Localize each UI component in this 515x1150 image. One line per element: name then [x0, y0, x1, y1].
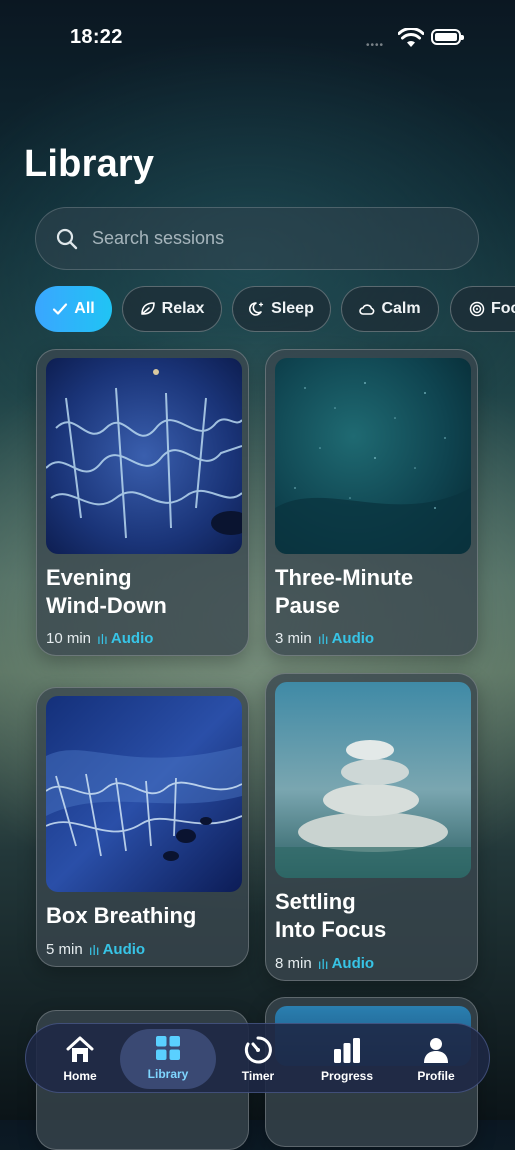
- cellular-signal-icon: ••••: [366, 40, 385, 51]
- bottom-nav: Home Library Timer Progress Profile: [25, 1023, 490, 1093]
- status-bar: 18:22 ••••: [0, 26, 515, 52]
- nav-label: Profile: [417, 1069, 455, 1083]
- check-icon: [53, 303, 68, 315]
- status-time: 18:22: [70, 26, 123, 48]
- session-card-box-breathing[interactable]: Box Breathing 5 min ılı Audio: [36, 687, 249, 967]
- session-type: Audio: [110, 630, 154, 647]
- session-title: Box Breathing: [46, 903, 197, 928]
- audio-wave-icon: ılı: [97, 630, 108, 647]
- nav-label: Home: [63, 1069, 97, 1083]
- session-card-evening-wind-down[interactable]: Evening Wind-Down 10 min ılı Audio: [36, 349, 249, 656]
- filter-chip-relax[interactable]: Relax: [122, 286, 222, 332]
- page-title: Library: [24, 143, 155, 185]
- person-icon: [424, 1038, 448, 1063]
- session-thumbnail: [275, 358, 471, 554]
- grid-icon: [156, 1036, 180, 1060]
- nav-item-library[interactable]: Library: [120, 1029, 216, 1089]
- search-bar[interactable]: [35, 207, 479, 270]
- nav-label: Library: [147, 1067, 189, 1081]
- filter-chip-label: All: [74, 300, 95, 317]
- wifi-icon: [398, 28, 424, 47]
- leaf-icon: [140, 302, 155, 315]
- cloud-icon: [359, 304, 375, 315]
- nav-item-profile[interactable]: Profile: [393, 1031, 479, 1087]
- session-type: Audio: [331, 630, 375, 647]
- target-icon: [469, 301, 485, 317]
- nav-item-timer[interactable]: Timer: [215, 1031, 301, 1087]
- audio-wave-icon: ılı: [88, 941, 100, 958]
- audio-wave-icon: ılı: [317, 955, 329, 972]
- session-meta: 3 min ılı Audio: [275, 630, 374, 647]
- battery-icon: [431, 29, 464, 45]
- nav-label: Timer: [241, 1069, 275, 1083]
- session-duration: 8 min: [275, 955, 312, 972]
- session-thumbnail: [275, 682, 471, 878]
- session-duration: 10 min: [46, 630, 92, 647]
- search-icon: [56, 228, 78, 249]
- session-duration: 3 min: [275, 630, 312, 647]
- nav-item-home[interactable]: Home: [37, 1031, 123, 1087]
- nav-label: Progress: [320, 1069, 374, 1083]
- session-title: Evening Wind-Down: [46, 565, 167, 618]
- session-thumbnail: [46, 358, 242, 554]
- session-title: Settling Into Focus: [275, 889, 387, 942]
- home-icon: [66, 1036, 94, 1062]
- filter-chip-label: Sleep: [271, 300, 314, 317]
- session-meta: 8 min ılı Audio: [275, 955, 374, 972]
- filter-chip-label: Relax: [161, 300, 205, 317]
- filter-chips: All Relax Sleep Calm Focus: [35, 286, 515, 334]
- session-meta: 5 min ılı Audio: [46, 941, 145, 958]
- session-thumbnail: [46, 696, 242, 892]
- filter-chip-label: Calm: [381, 300, 421, 317]
- nav-item-progress[interactable]: Progress: [304, 1031, 390, 1087]
- filter-chip-calm[interactable]: Calm: [341, 286, 439, 332]
- filter-chip-sleep[interactable]: Sleep: [232, 286, 331, 332]
- filter-chip-focus[interactable]: Focus: [450, 286, 515, 332]
- audio-wave-icon: ılı: [317, 630, 329, 647]
- filter-chip-label: Focus: [491, 300, 515, 317]
- session-type: Audio: [331, 955, 375, 972]
- session-type: Audio: [102, 941, 146, 958]
- moon-icon: [249, 302, 264, 316]
- session-card-three-minute-pause[interactable]: Three-Minute Pause 3 min ılı Audio: [265, 349, 478, 656]
- filter-chip-all[interactable]: All: [35, 286, 112, 332]
- session-card-settling-into-focus[interactable]: Settling Into Focus 8 min ılı Audio: [265, 673, 478, 981]
- timer-icon: [244, 1036, 272, 1064]
- session-duration: 5 min: [46, 941, 83, 958]
- session-title: Three-Minute Pause: [275, 565, 414, 618]
- bar-chart-icon: [334, 1038, 360, 1063]
- search-input[interactable]: [90, 227, 434, 250]
- session-meta: 10 min ılı Audio: [46, 630, 153, 647]
